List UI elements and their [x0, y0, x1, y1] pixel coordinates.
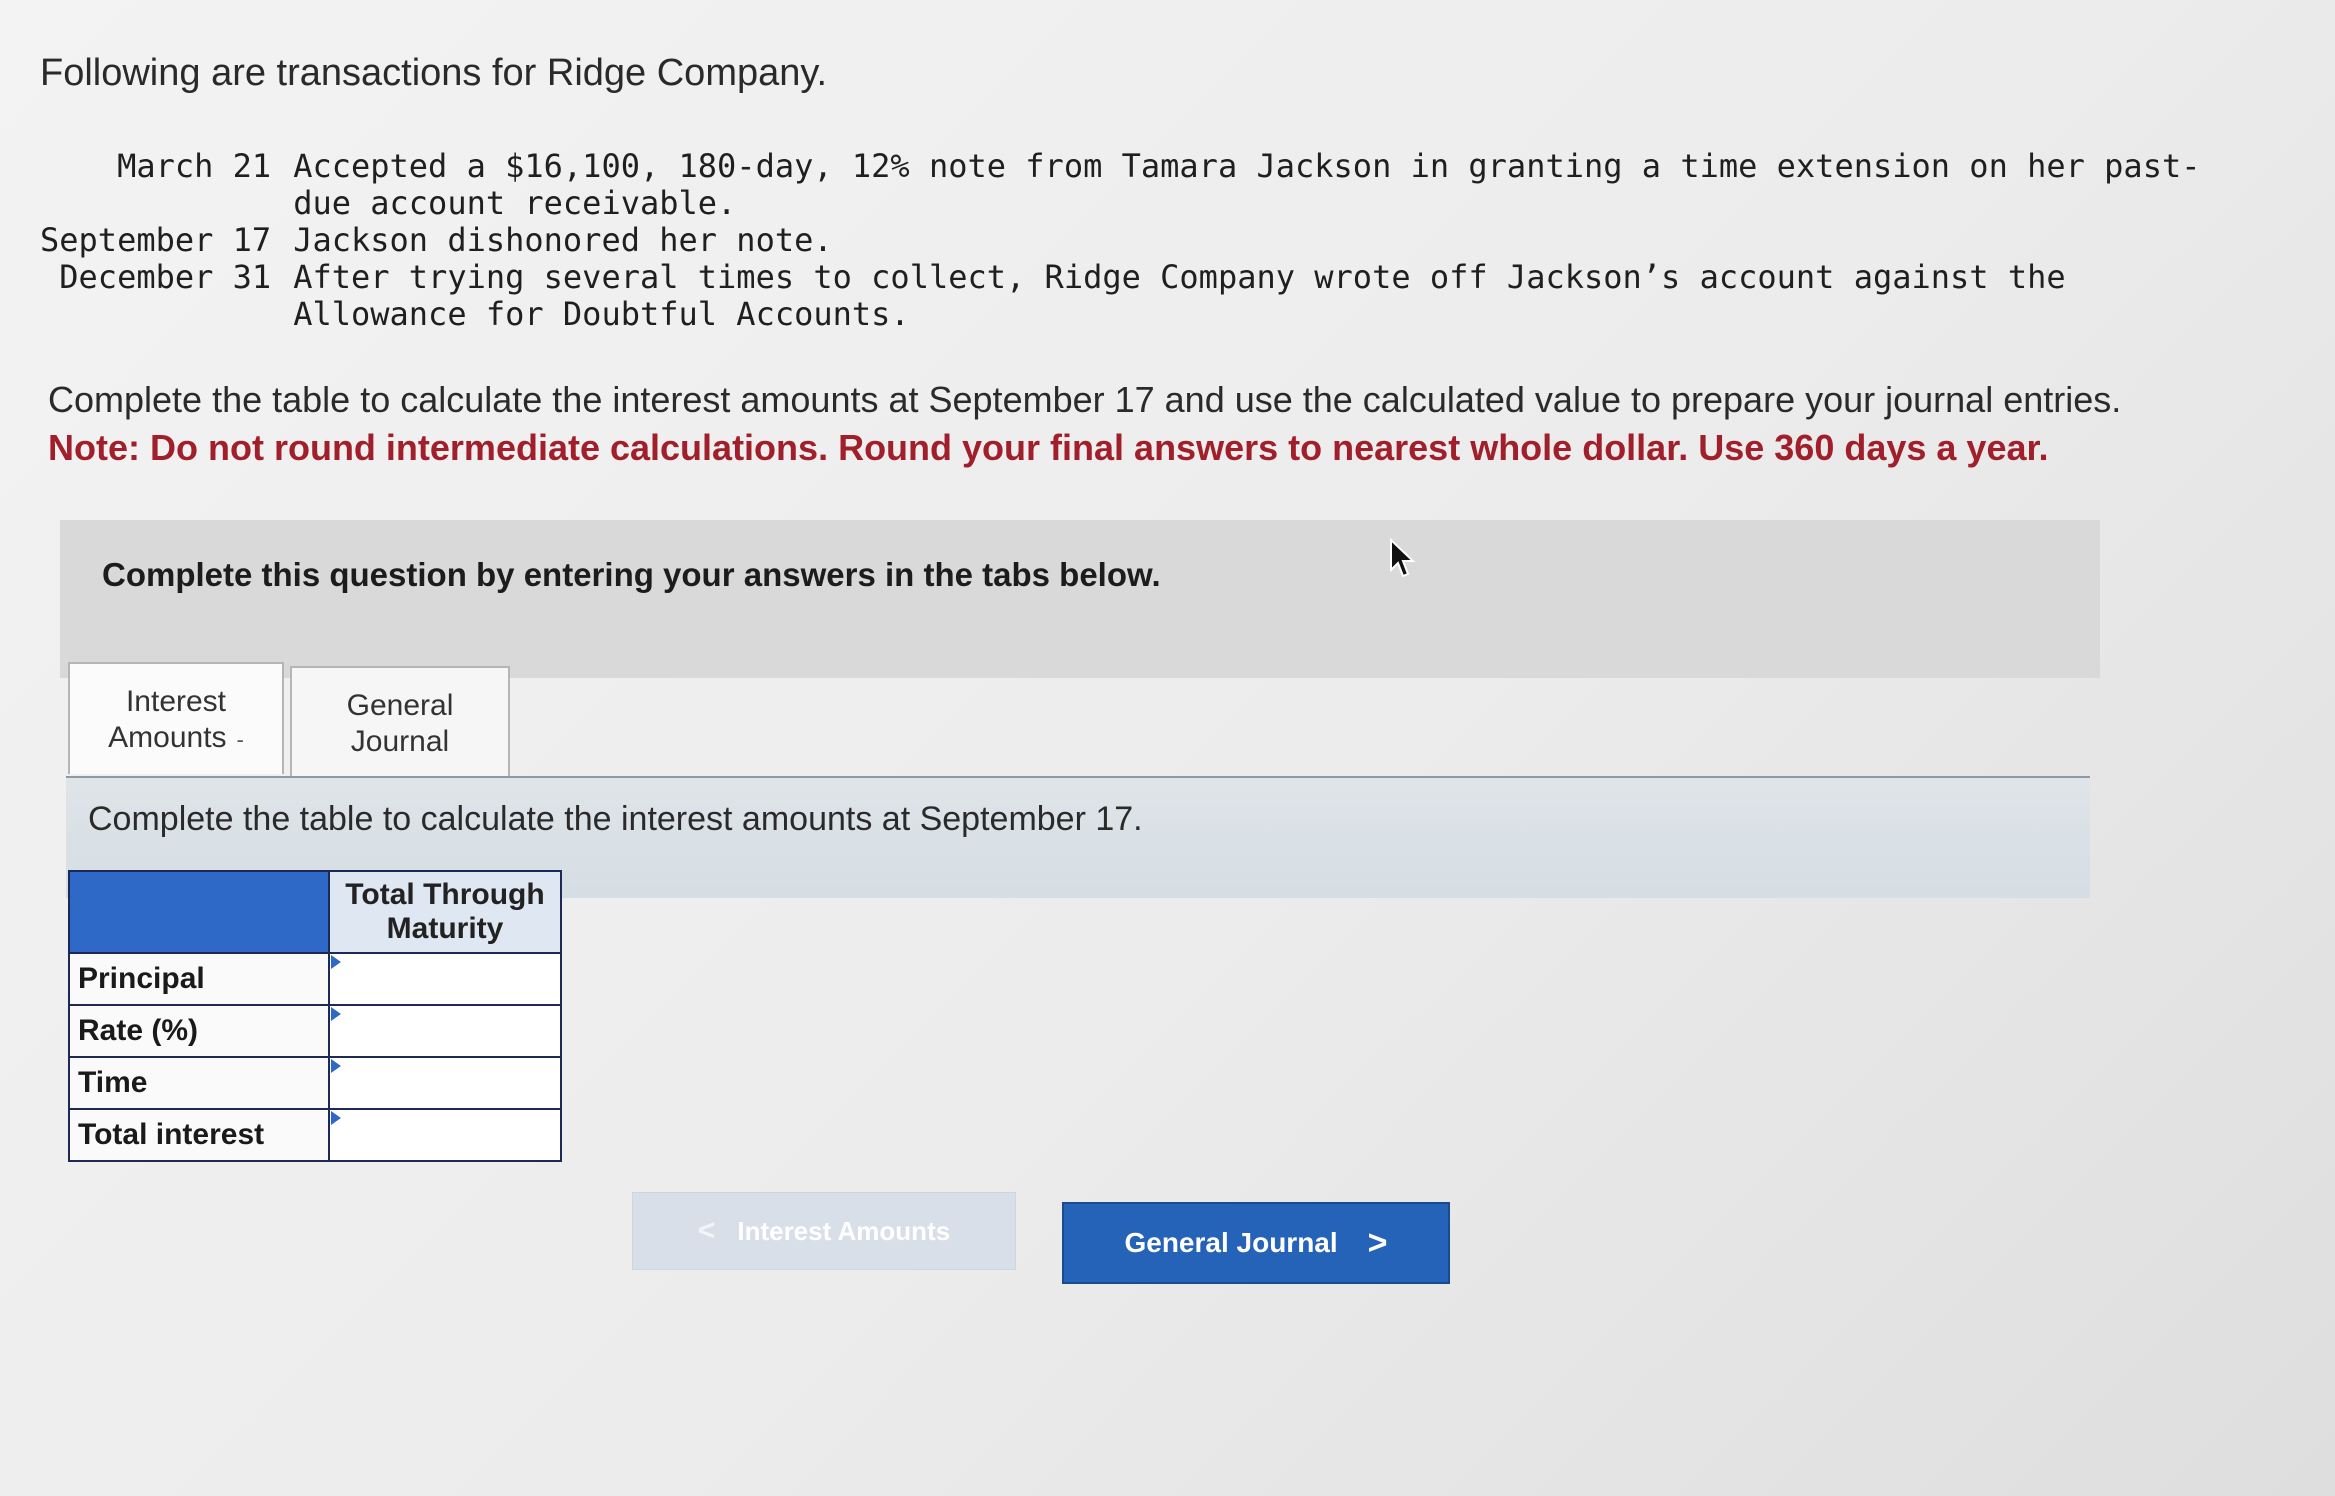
column-header-total-through-maturity: Total Through Maturity: [328, 870, 562, 954]
tab-label-line1: Interest: [125, 685, 227, 718]
next-button-label: General Journal: [1124, 1227, 1338, 1258]
transaction-text: Accepted a $16,100, 180-day, 12% note fr…: [293, 147, 2201, 222]
input-flag-icon: [331, 1059, 341, 1073]
transaction-row: December 31 After trying several times t…: [40, 259, 2250, 333]
tab-interest-amounts[interactable]: Interest Amounts -: [68, 662, 284, 774]
tab-general-journal[interactable]: General Journal: [290, 666, 510, 776]
tab-content-instruction: Complete the table to calculate the inte…: [88, 800, 1143, 838]
interest-table: Total Through Maturity Principal Rate (%…: [68, 870, 562, 1162]
principal-cell: [328, 952, 562, 1006]
row-label-rate: Rate (%): [68, 1004, 330, 1058]
table-row: Total interest: [68, 1108, 562, 1162]
transaction-date: December 31: [59, 258, 272, 296]
active-tab-marker: -: [236, 727, 244, 752]
tab-label-line2: Journal: [350, 725, 450, 758]
transaction-text: After trying several times to collect, R…: [293, 258, 2066, 333]
instructions-note: Note: Do not round intermediate calculat…: [48, 427, 2049, 468]
input-flag-icon: [331, 1007, 341, 1021]
transaction-row: September 17 Jackson dishonored her note…: [40, 222, 2250, 259]
chevron-left-icon: <: [697, 1214, 716, 1247]
column-header-line2: Maturity: [386, 912, 504, 945]
next-general-journal-button[interactable]: General Journal >: [1062, 1202, 1450, 1284]
row-label-total-interest: Total interest: [68, 1108, 330, 1162]
column-header-line1: Total Through: [345, 878, 545, 911]
transaction-text: Jackson dishonored her note.: [293, 221, 833, 259]
table-row: Principal: [68, 952, 562, 1006]
prev-button-label: Interest Amounts: [737, 1215, 951, 1246]
time-cell: [328, 1056, 562, 1110]
mouse-cursor-icon: [1390, 538, 1416, 578]
time-input[interactable]: [330, 1060, 560, 1106]
table-header-row: Total Through Maturity: [68, 870, 562, 954]
instructions: Complete the table to calculate the inte…: [48, 376, 2258, 472]
table-row: Time: [68, 1056, 562, 1110]
input-flag-icon: [331, 955, 341, 969]
prev-interest-amounts-button[interactable]: < Interest Amounts: [632, 1192, 1016, 1270]
row-label-time: Time: [68, 1056, 330, 1110]
intro-text: Following are transactions for Ridge Com…: [40, 52, 828, 94]
rate-input[interactable]: [330, 1008, 560, 1054]
transaction-date: March 21: [117, 147, 272, 185]
tab-label-line1: General: [346, 689, 454, 722]
transaction-date: September 17: [40, 221, 272, 259]
question-panel: Complete this question by entering your …: [60, 520, 2100, 678]
table-header-blank: [68, 870, 330, 954]
principal-input[interactable]: [330, 956, 560, 1002]
instructions-main: Complete the table to calculate the inte…: [48, 379, 2122, 420]
question-panel-text: Complete this question by entering your …: [102, 556, 1161, 593]
transactions-list: March 21 Accepted a $16,100, 180-day, 12…: [40, 148, 2250, 333]
chevron-right-icon: >: [1367, 1223, 1388, 1262]
input-flag-icon: [331, 1111, 341, 1125]
total-interest-input[interactable]: [330, 1112, 560, 1158]
total-interest-cell: [328, 1108, 562, 1162]
tab-label-line2: Amounts -: [108, 721, 244, 754]
row-label-principal: Principal: [68, 952, 330, 1006]
transaction-row: March 21 Accepted a $16,100, 180-day, 12…: [40, 148, 2250, 222]
table-row: Rate (%): [68, 1004, 562, 1058]
rate-cell: [328, 1004, 562, 1058]
